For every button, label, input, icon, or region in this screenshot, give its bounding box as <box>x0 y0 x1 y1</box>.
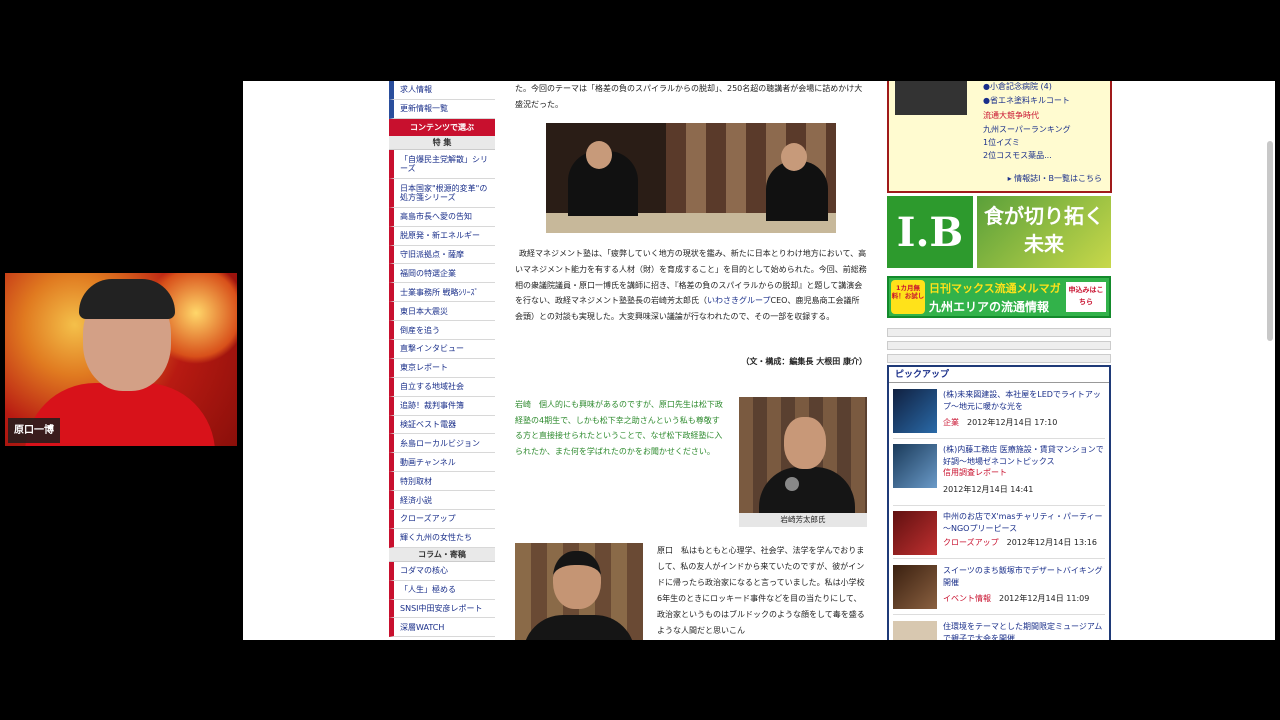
separator-bar <box>887 328 1111 337</box>
info-more-link[interactable]: ▸ 情報誌I・B一覧はこちら <box>1008 173 1102 184</box>
nav-item[interactable]: 高島市長へ愛の告知 <box>389 207 495 227</box>
shared-screen: 求人情報 更新情報一覧 コンテンツで選ぶ 特 集 「自爆民主党解散」シリーズ 日… <box>243 81 1275 640</box>
ib-banner[interactable]: I.B <box>887 196 973 268</box>
article-body: 政経マネジメント塾は、「疲弊していく地方の現状を鑑み、新たに日本とりわけ地方にお… <box>515 246 867 325</box>
lecture-photo <box>546 123 836 233</box>
mailmag-subtitle: 九州エリアの流通情報 <box>929 300 1050 314</box>
info-line: 2位コスモス薬品... <box>983 151 1052 160</box>
nav-item[interactable]: 直撃インタビュー <box>389 340 495 359</box>
pickup-item[interactable]: スイーツのまち飯塚市でデザートバイキング開催 イベント情報 2012年12月14日… <box>893 563 1105 615</box>
haraguchi-photo <box>515 543 643 640</box>
nav-column-item[interactable]: 深層WATCH <box>389 618 495 638</box>
pickup-item-title[interactable]: 中州のお店でX'masチャリティ・パーティー～NGOプリーピース <box>943 511 1108 535</box>
nav-feature-header: 特 集 <box>389 135 495 150</box>
mailmag-apply: 申込みはこちら <box>1066 282 1106 312</box>
pickup-thumbnail <box>893 444 937 488</box>
nav-contents-header: コンテンツで選ぶ <box>389 118 495 136</box>
separator-bar <box>887 341 1111 350</box>
separator-bar <box>887 354 1111 363</box>
nav-item[interactable]: 守旧派拠点・薩摩 <box>389 245 495 265</box>
nav-item[interactable]: 士業事務所 戦略ｼﾘｰｽﾞ <box>389 283 495 303</box>
nav-column-item[interactable]: コダマの核心 <box>389 561 495 581</box>
nav-item[interactable]: 動画チャンネル <box>389 453 495 473</box>
left-nav: 求人情報 更新情報一覧 コンテンツで選ぶ 特 集 「自爆民主党解散」シリーズ 日… <box>389 81 495 638</box>
pickup-title: ピックアップ <box>889 367 1109 383</box>
mailmag-banner[interactable]: 1カ月無料！お試し 日刊マックス流通メルマガ 九州エリアの流通情報 申込みはこち… <box>887 276 1111 318</box>
nav-item[interactable]: 倒産を追う <box>389 321 495 341</box>
iwasaki-group-link[interactable]: いわさきグループ <box>707 296 771 305</box>
article-intro: た。今回のテーマは「格差の負のスパイラルからの脱却」、250名超の聴講者が会場に… <box>515 84 863 109</box>
pickup-date: 2012年12月14日 17:10 <box>967 418 1058 427</box>
iwasaki-photo <box>739 397 867 515</box>
pickup-category: 信用調査レポート <box>943 468 1007 477</box>
nav-item[interactable]: 東京レポート <box>389 358 495 378</box>
pickup-thumbnail <box>893 389 937 433</box>
pickup-item-meta: クローズアップ 2012年12月14日 13:16 <box>943 537 1097 548</box>
nav-item[interactable]: 自立する地域社会 <box>389 377 495 397</box>
pickup-category: 企業 <box>943 418 959 427</box>
magazine-thumbnail[interactable] <box>895 81 967 115</box>
nav-item[interactable]: 糸島ローカルビジョン <box>389 434 495 454</box>
nav-item[interactable]: 福岡の特選企業 <box>389 264 495 284</box>
pickup-item-title[interactable]: スイーツのまち飯塚市でデザートバイキング開催 <box>943 565 1108 589</box>
participant-name: 原口一博 <box>8 418 60 443</box>
nav-column-header: コラム・寄稿 <box>389 547 495 562</box>
pickup-date: 2012年12月14日 13:16 <box>1006 538 1097 547</box>
nav-item[interactable]: 「自爆民主党解散」シリーズ <box>389 149 495 179</box>
nav-column-item[interactable]: 「人生」極める <box>389 580 495 600</box>
nav-item[interactable]: 日本国家"根源的変革"の処方箋シリーズ <box>389 178 495 208</box>
pickup-item-title[interactable]: (株)未来図建設、本社屋をLEDでライトアップ～地元に暖かな光を <box>943 389 1108 413</box>
pickup-category: クローズアップ <box>943 538 999 547</box>
article-credit: （文・構成：編集長 大根田 康介） <box>741 357 867 366</box>
nav-item[interactable]: 東日本大震災 <box>389 302 495 322</box>
pickup-item[interactable]: 中州のお店でX'masチャリティ・パーティー～NGOプリーピース クローズアップ… <box>893 509 1105 559</box>
pickup-item[interactable]: 住環境をテーマとした期間限定ミュージアムで親子で大会を開催 <box>893 619 1105 640</box>
nav-item-jobs[interactable]: 求人情報 <box>389 81 495 100</box>
info-line: 九州スーパーランキング <box>983 125 1071 134</box>
nav-item[interactable]: 特別取材 <box>389 472 495 492</box>
pickup-thumbnail <box>893 621 937 640</box>
mailmag-title: 日刊マックス流通メルマガ <box>929 282 1061 295</box>
nav-item-updates[interactable]: 更新情報一覧 <box>389 99 495 119</box>
nav-item[interactable]: クローズアップ <box>389 510 495 529</box>
pickup-thumbnail <box>893 511 937 555</box>
free-trial-badge: 1カ月無料！お試し <box>891 280 925 314</box>
pickup-item-title[interactable]: 住環境をテーマとした期間限定ミュージアムで親子で大会を開催 <box>943 621 1108 640</box>
nav-item[interactable]: 脱原発・新エネルギー <box>389 226 495 246</box>
pickup-item[interactable]: (株)内藤工務店 医療施設・賃貸マンションで好調～地場ゼネコントピックス 信用調… <box>893 442 1105 506</box>
iwasaki-caption: 岩崎芳太郎氏 <box>739 513 867 527</box>
pickup-item-title[interactable]: (株)内藤工務店 医療施設・賃貸マンションで好調～地場ゼネコントピックス <box>943 444 1108 468</box>
pickup-category: イベント情報 <box>943 594 991 603</box>
pickup-item-meta: 企業 2012年12月14日 17:10 <box>943 417 1057 428</box>
pickup-item[interactable]: (株)未来図建設、本社屋をLEDでライトアップ～地元に暖かな光を 企業 2012年… <box>893 387 1105 439</box>
info-line: 1位イズミ <box>983 138 1020 147</box>
nav-item[interactable]: 経済小説 <box>389 491 495 511</box>
food-future-banner[interactable]: 食が切り拓く 未来 <box>977 196 1111 268</box>
pickup-box: ピックアップ (株)未来図建設、本社屋をLEDでライトアップ～地元に暖かな光を … <box>887 365 1111 640</box>
food-line1: 食が切り拓く <box>984 204 1104 228</box>
info-more-label: 情報誌I・B一覧はこちら <box>1014 174 1102 183</box>
info-line[interactable]: ●小倉記念病院 (4) <box>983 81 1052 92</box>
pickup-thumbnail <box>893 565 937 609</box>
info-line: 流通大競争時代 <box>983 111 1039 120</box>
pickup-date: 2012年12月14日 14:41 <box>943 485 1034 494</box>
info-magazine-box: ●小倉記念病院 (4) ●省エネ塗料キルコート 流通大競争時代 九州スーパーラン… <box>887 81 1112 193</box>
iwasaki-quote: 岩崎 個人的にも興味があるのですが、原口先生は松下政経塾の4期生で、しかも松下幸… <box>515 400 723 456</box>
nav-item[interactable]: 検証ベスト電器 <box>389 415 495 435</box>
pickup-date: 2012年12月14日 11:09 <box>999 594 1090 603</box>
nav-column-item[interactable]: SNSI中田安彦レポート <box>389 599 495 619</box>
nav-item[interactable]: 輝く九州の女性たち <box>389 528 495 548</box>
food-line2: 未来 <box>1024 232 1064 256</box>
browser-scrollbar[interactable] <box>1267 141 1273 341</box>
pickup-item-meta: イベント情報 2012年12月14日 11:09 <box>943 593 1089 604</box>
info-line[interactable]: ●省エネ塗料キルコート <box>983 95 1070 106</box>
nav-item[interactable]: 追跡！裁判事件簿 <box>389 396 495 416</box>
pickup-category-line: 信用調査レポート <box>943 467 1015 478</box>
haraguchi-answer: 原口 私はもともと心理学、社会学、法学を学んでおりまして、私の友人がインドから来… <box>657 546 865 635</box>
